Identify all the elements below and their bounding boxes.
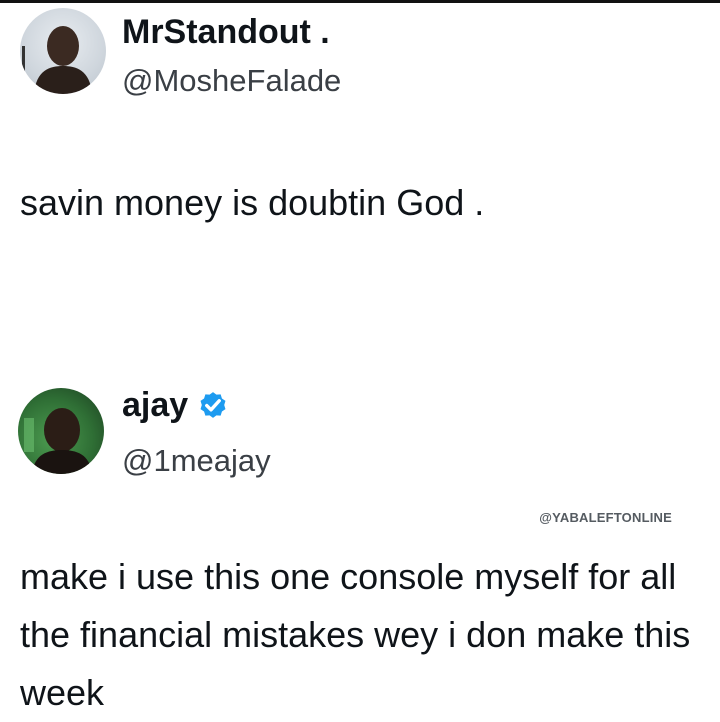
watermark: @YABALEFTONLINE — [539, 510, 672, 525]
display-name[interactable]: ajay — [122, 385, 188, 425]
tweet-card-1: MrStandout . @MosheFalade savin money is… — [0, 0, 720, 330]
name-row: ajay — [122, 385, 230, 425]
avatar[interactable] — [18, 388, 104, 474]
tweet-text: savin money is doubtin God . — [20, 182, 485, 223]
avatar[interactable] — [20, 8, 106, 94]
display-name[interactable]: MrStandout . — [122, 12, 330, 52]
tweet-text: make i use this one console myself for a… — [20, 556, 691, 713]
profile-photo-icon — [22, 26, 92, 94]
profile-photo-icon — [24, 408, 92, 474]
tweet-card-2: ajay @1meajay @YABALEFTONLINE make i use… — [0, 330, 720, 721]
user-handle[interactable]: @MosheFalade — [122, 62, 341, 100]
verified-badge-icon — [200, 392, 226, 418]
user-handle[interactable]: @1meajay — [122, 442, 271, 480]
